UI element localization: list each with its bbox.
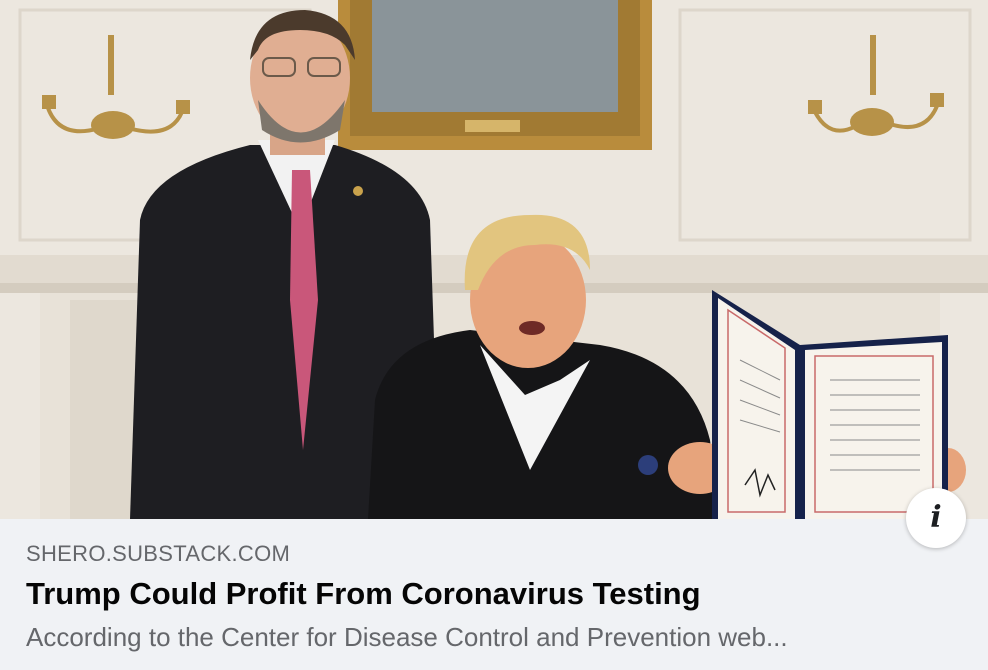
link-description: According to the Center for Disease Cont… — [26, 622, 788, 652]
link-domain: SHERO.SUBSTACK.COM — [26, 541, 291, 566]
info-icon: i — [930, 500, 942, 535]
link-preview-image[interactable] — [0, 0, 988, 519]
link-title[interactable]: Trump Could Profit From Coronavirus Test… — [26, 576, 968, 612]
link-preview-meta[interactable]: SHERO.SUBSTACK.COM Trump Could Profit Fr… — [0, 519, 988, 670]
info-button[interactable]: i — [906, 488, 966, 548]
link-preview-card[interactable]: SHERO.SUBSTACK.COM Trump Could Profit Fr… — [0, 0, 988, 670]
